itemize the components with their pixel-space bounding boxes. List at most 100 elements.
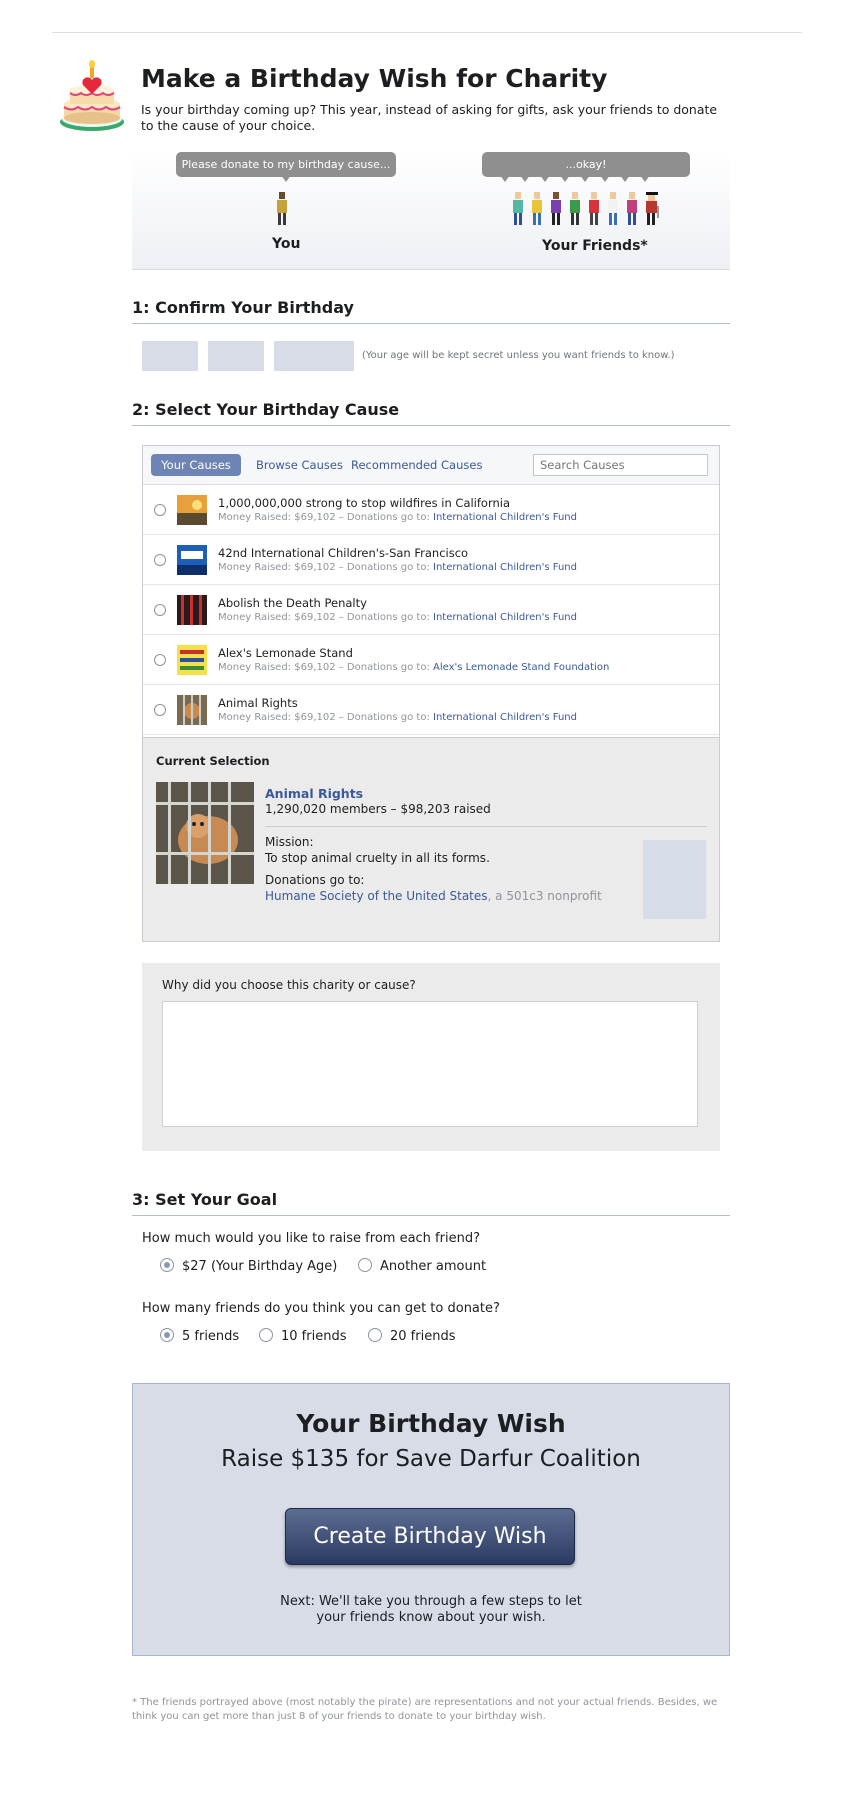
- cause-radio[interactable]: [154, 704, 166, 716]
- cause-org-link[interactable]: International Children's Fund: [433, 612, 577, 623]
- cause-radio[interactable]: [154, 554, 166, 566]
- cause-org-link[interactable]: Alex's Lemonade Stand Foundation: [433, 662, 609, 673]
- current-selection: Current Selection Animal Rights 1,290,02…: [143, 737, 719, 941]
- next-line: Next: We'll take you through a few steps…: [280, 1594, 582, 1609]
- radio[interactable]: [368, 1328, 382, 1342]
- next-line: your friends know about your wish.: [316, 1610, 546, 1625]
- friends-option-5[interactable]: 5 friends: [160, 1328, 239, 1344]
- friends-speech-bubble: ...okay!: [482, 152, 690, 177]
- bubble-tail: [580, 175, 590, 182]
- bubble-tail: [520, 175, 530, 182]
- footnote: * The friends portrayed above (most nota…: [132, 1697, 718, 1722]
- selection-divider: [265, 826, 707, 827]
- friend-figure-icon: [570, 192, 580, 225]
- cause-row[interactable]: Alex's Lemonade Stand Money Raised: $69,…: [143, 635, 719, 685]
- age-privacy-note: (Your age will be kept secret unless you…: [362, 350, 675, 361]
- cause-org-link[interactable]: International Children's Fund: [433, 712, 577, 723]
- friends-caption: Your Friends*: [542, 238, 648, 254]
- friend-figure-icon: [589, 192, 599, 225]
- cause-radio[interactable]: [154, 604, 166, 616]
- cause-radio[interactable]: [154, 654, 166, 666]
- cause-name: Animal Rights: [218, 696, 298, 710]
- you-caption: You: [272, 236, 301, 252]
- wish-title: Your Birthday Wish: [296, 1409, 566, 1438]
- birthday-year-select[interactable]: [274, 341, 354, 371]
- current-selection-label: Current Selection: [156, 754, 270, 768]
- option-label: 5 friends: [182, 1329, 240, 1344]
- cause-name: Alex's Lemonade Stand: [218, 646, 353, 660]
- radio-selected[interactable]: [160, 1258, 174, 1272]
- cause-money-raised: Money Raised: $69,102 – Donations go to:: [218, 712, 433, 723]
- radio-selected[interactable]: [160, 1328, 174, 1342]
- cause-money-raised: Money Raised: $69,102 – Donations go to:: [218, 612, 433, 623]
- cause-name: 1,000,000,000 strong to stop wildfires i…: [218, 496, 511, 510]
- pirate-figure-icon: [646, 192, 659, 225]
- tab-your-causes[interactable]: Your Causes: [151, 454, 241, 476]
- friend-figure-icon: [551, 192, 561, 225]
- birthday-illustration: Please donate to my birthday cause... ..…: [132, 150, 730, 270]
- birthday-wish-box: Your Birthday Wish Raise $135 for Save D…: [132, 1383, 730, 1656]
- cause-meta: Money Raised: $69,102 – Donations go to:…: [218, 662, 609, 673]
- page-title: Make a Birthday Wish for Charity: [141, 64, 608, 93]
- causes-tabs: Your Causes Browse Causes Recommended Ca…: [143, 446, 719, 485]
- step2-heading: 2: Select Your Birthday Cause: [132, 400, 730, 426]
- mission-label: Mission:: [265, 835, 314, 849]
- bubble-tail: [560, 175, 570, 182]
- page-intro: Is your birthday coming up? This year, i…: [141, 102, 718, 133]
- you-speech-bubble: Please donate to my birthday cause...: [176, 152, 396, 177]
- cause-radio[interactable]: [154, 504, 166, 516]
- cause-money-raised: Money Raised: $69,102 – Donations go to:: [218, 512, 433, 523]
- birthday-day-select[interactable]: [208, 341, 264, 371]
- cause-photo: [156, 782, 254, 884]
- radio[interactable]: [358, 1258, 372, 1272]
- cause-row[interactable]: Abolish the Death Penalty Money Raised: …: [143, 585, 719, 635]
- donations-org: Humane Society of the United States, a 5…: [265, 889, 602, 903]
- cause-meta: Money Raised: $69,102 – Donations go to:…: [218, 562, 577, 573]
- bubble-tail: [500, 175, 510, 182]
- option-label: Another amount: [380, 1259, 487, 1274]
- amount-question: How much would you like to raise from ea…: [142, 1231, 480, 1246]
- cause-org-link[interactable]: International Children's Fund: [433, 562, 577, 573]
- cause-thumbnail: [177, 695, 207, 725]
- cause-thumbnail: [177, 545, 207, 575]
- cause-row[interactable]: 1,000,000,000 strong to stop wildfires i…: [143, 485, 719, 535]
- why-textarea[interactable]: [162, 1001, 698, 1127]
- birthday-month-select[interactable]: [142, 341, 198, 371]
- step3-heading: 3: Set Your Goal: [132, 1190, 730, 1216]
- causes-panel: Your Causes Browse Causes Recommended Ca…: [142, 445, 720, 942]
- bubble-tail: [540, 175, 550, 182]
- bubble-tail: [281, 175, 291, 182]
- bubble-tail: [620, 175, 630, 182]
- option-label: 20 friends: [390, 1329, 456, 1344]
- cause-thumbnail: [177, 495, 207, 525]
- cause-row[interactable]: Animal Rights Money Raised: $69,102 – Do…: [143, 685, 719, 735]
- radio[interactable]: [259, 1328, 273, 1342]
- tab-recommended-causes[interactable]: Recommended Causes: [351, 454, 482, 476]
- tab-browse-causes[interactable]: Browse Causes: [256, 454, 343, 476]
- why-label: Why did you choose this charity or cause…: [162, 978, 416, 992]
- friend-figure-icon: [608, 192, 618, 225]
- amount-option-age[interactable]: $27 (Your Birthday Age): [160, 1258, 337, 1274]
- friend-figure-icon: [513, 192, 523, 225]
- create-birthday-wish-button[interactable]: Create Birthday Wish: [285, 1508, 575, 1565]
- cause-meta: Money Raised: $69,102 – Donations go to:…: [218, 712, 577, 723]
- wish-next-steps: Next: We'll take you through a few steps…: [133, 1594, 729, 1626]
- cause-meta: Money Raised: $69,102 – Donations go to:…: [218, 512, 577, 523]
- bubble-tail: [640, 175, 650, 182]
- cause-org-link[interactable]: International Children's Fund: [433, 512, 577, 523]
- cause-thumbnail: [177, 595, 207, 625]
- search-causes-input[interactable]: [533, 454, 708, 476]
- step1-heading: 1: Confirm Your Birthday: [132, 298, 730, 324]
- amount-option-other[interactable]: Another amount: [358, 1258, 486, 1274]
- friends-option-20[interactable]: 20 friends: [368, 1328, 455, 1344]
- friends-question: How many friends do you think you can ge…: [142, 1301, 500, 1316]
- cause-name: 42nd International Children's-San Franci…: [218, 546, 469, 560]
- donations-label: Donations go to:: [265, 873, 365, 887]
- why-section: Why did you choose this charity or cause…: [142, 963, 720, 1151]
- wish-goal: Raise $135 for Save Darfur Coalition: [221, 1446, 641, 1472]
- cause-row[interactable]: 42nd International Children's-San Franci…: [143, 535, 719, 585]
- selected-cause-name[interactable]: Animal Rights: [265, 786, 363, 801]
- friends-option-10[interactable]: 10 friends: [259, 1328, 346, 1344]
- donations-org-link[interactable]: Humane Society of the United States: [265, 889, 488, 903]
- friend-figure-icon: [532, 192, 542, 225]
